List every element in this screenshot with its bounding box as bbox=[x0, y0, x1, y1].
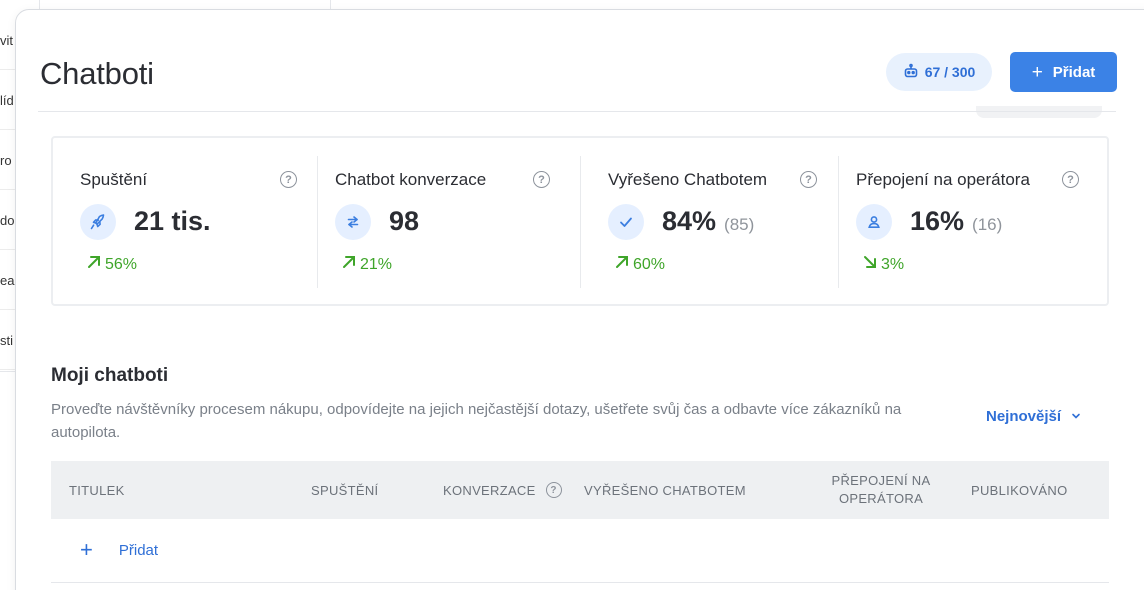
add-chatbot-row: + Přidat bbox=[51, 519, 1109, 583]
robot-icon bbox=[903, 63, 919, 82]
stat-value-main: 98 bbox=[389, 206, 420, 236]
stat-value: 84% (85) bbox=[662, 206, 754, 237]
stat-divider bbox=[317, 156, 318, 288]
chevron-down-icon bbox=[1071, 408, 1081, 425]
add-chatbot-row-label: Přidat bbox=[118, 541, 159, 559]
stat-value-count: (85) bbox=[724, 215, 755, 234]
trend-value: 21% bbox=[360, 255, 393, 273]
column-header-published[interactable]: PUBLIKOVÁNO bbox=[971, 461, 1068, 519]
help-icon[interactable]: ? bbox=[800, 171, 817, 188]
stat-divider bbox=[838, 156, 839, 288]
stat-value-main: 16% bbox=[910, 206, 965, 236]
column-header-label: KONVERZACE bbox=[443, 482, 536, 498]
trend-up-icon bbox=[86, 254, 102, 275]
chatbots-window: Chatboti 67 / 300 + Přidat Spuštění ? 21… bbox=[15, 9, 1144, 590]
trend-down-icon bbox=[862, 254, 878, 275]
trend-indicator: 60% bbox=[614, 254, 665, 275]
help-icon[interactable]: ? bbox=[1062, 171, 1079, 188]
plus-icon: + bbox=[1031, 61, 1043, 83]
column-header-title[interactable]: TITULEK bbox=[69, 461, 125, 519]
rocket-icon bbox=[80, 204, 116, 240]
add-chatbot-label: Přidat bbox=[1052, 63, 1096, 81]
add-chatbot-row-button[interactable]: + Přidat bbox=[80, 539, 158, 561]
stat-label: Spuštění bbox=[80, 170, 148, 189]
trend-value: 56% bbox=[105, 255, 138, 273]
person-icon bbox=[856, 204, 892, 240]
table-header: TITULEK SPUŠTĚNÍ KONVERZACE ? VYŘEŠENO C… bbox=[51, 461, 1109, 519]
stat-value-main: 84% bbox=[662, 206, 717, 236]
trend-indicator: 56% bbox=[86, 254, 137, 275]
help-icon[interactable]: ? bbox=[533, 171, 550, 188]
column-header-launches[interactable]: SPUŠTĚNÍ bbox=[311, 461, 378, 519]
stat-value: 98 bbox=[389, 206, 419, 237]
background-tab bbox=[976, 106, 1102, 118]
help-icon[interactable]: ? bbox=[280, 171, 297, 188]
sort-label: Nejnovější bbox=[986, 408, 1062, 425]
stat-value: 16% (16) bbox=[910, 206, 1002, 237]
trend-value: 3% bbox=[881, 255, 905, 273]
stat-value-main: 21 tis. bbox=[134, 206, 211, 236]
section-description: Proveďte návštěvníky procesem nákupu, od… bbox=[51, 401, 902, 441]
usage-badge[interactable]: 67 / 300 bbox=[886, 53, 992, 91]
stat-divider bbox=[580, 156, 581, 288]
check-icon bbox=[608, 204, 644, 240]
section-title: Moji chatboti bbox=[51, 365, 169, 386]
trend-indicator: 3% bbox=[862, 254, 904, 275]
trend-up-icon bbox=[614, 254, 630, 275]
sort-dropdown[interactable]: Nejnovější bbox=[986, 408, 1081, 425]
arrows-swap-icon bbox=[335, 204, 371, 240]
column-header-handover[interactable]: PŘEPOJENÍ NA OPERÁTORA bbox=[811, 461, 951, 519]
plus-icon: + bbox=[80, 537, 93, 562]
usage-count: 67 / 300 bbox=[924, 64, 976, 80]
stats-card: Spuštění ? 21 tis. 56% Chatbot konverzac… bbox=[51, 136, 1109, 306]
column-header-resolved[interactable]: VYŘEŠENO CHATBOTEM bbox=[584, 461, 746, 519]
trend-indicator: 21% bbox=[341, 254, 392, 275]
stat-resolved: Vyřešeno Chatbotem ? 84% (85) 60% bbox=[580, 156, 838, 288]
stat-value-count: (16) bbox=[972, 215, 1003, 234]
trend-value: 60% bbox=[633, 255, 666, 273]
trend-up-icon bbox=[341, 254, 357, 275]
stat-label: Přepojení na operátora bbox=[856, 170, 1030, 189]
stat-label: Vyřešeno Chatbotem bbox=[608, 170, 768, 189]
help-icon[interactable]: ? bbox=[545, 482, 562, 498]
stat-label: Chatbot konverzace bbox=[335, 170, 487, 189]
stat-launches: Spuštění ? 21 tis. 56% bbox=[80, 156, 310, 288]
stat-conversations: Chatbot konverzace ? 98 21% bbox=[317, 156, 565, 288]
header-divider bbox=[38, 111, 1116, 112]
stat-value: 21 tis. bbox=[134, 206, 211, 237]
column-header-conversations[interactable]: KONVERZACE ? bbox=[443, 461, 562, 519]
add-chatbot-button[interactable]: + Přidat bbox=[1010, 52, 1117, 92]
page-title: Chatboti bbox=[40, 56, 154, 91]
stat-handover: Přepojení na operátora ? 16% (16) 3% bbox=[838, 156, 1091, 288]
